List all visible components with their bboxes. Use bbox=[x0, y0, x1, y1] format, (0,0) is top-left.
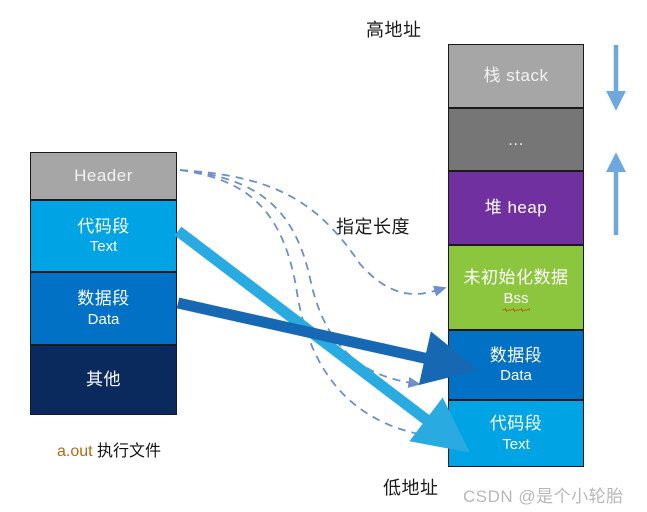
file-block-header: Header bbox=[30, 152, 177, 200]
csdn-watermark: CSDN @是个小轮胎 bbox=[463, 487, 624, 506]
memory-block-text-label-en: Text bbox=[502, 435, 530, 453]
high-address-label: 高地址 bbox=[366, 20, 422, 40]
memory-block-heap: 堆 heap bbox=[448, 171, 584, 245]
file-block-data: 数据段 Data bbox=[30, 272, 177, 345]
memory-block-bss: 未初始化数据 Bss bbox=[448, 245, 584, 330]
solid-arrow-data-mapping bbox=[176, 297, 479, 385]
file-block-data-label-en: Data bbox=[87, 310, 120, 328]
memory-block-data-label-en: Data bbox=[500, 367, 532, 385]
dashed-mapping-arrows bbox=[179, 169, 447, 441]
file-block-text-label-cn: 代码段 bbox=[77, 216, 130, 236]
file-caption-text: 执行文件 bbox=[97, 443, 162, 460]
memory-block-data-label-cn: 数据段 bbox=[489, 345, 543, 365]
memory-block-bss-label-cn: 未初始化数据 bbox=[463, 268, 569, 288]
file-caption: a.out 执行文件 bbox=[57, 437, 161, 461]
file-block-header-label: Header bbox=[74, 166, 133, 186]
dashed-arrow-to-data bbox=[179, 169, 421, 388]
file-block-text: 代码段 Text bbox=[30, 200, 177, 272]
file-block-text-label-en: Text bbox=[89, 238, 118, 256]
memory-block-data: 数据段 Data bbox=[448, 330, 584, 400]
low-address-label: 低地址 bbox=[383, 478, 439, 498]
specified-length-label: 指定长度 bbox=[336, 217, 410, 237]
file-block-data-label-cn: 数据段 bbox=[77, 289, 130, 309]
memory-block-heap-label: 堆 heap bbox=[484, 198, 548, 218]
memory-block-stack: 栈 stack bbox=[448, 44, 584, 108]
dashed-arrow-to-text bbox=[179, 169, 439, 441]
memory-block-text: 代码段 Text bbox=[448, 400, 584, 467]
file-block-other: 其他 bbox=[30, 345, 177, 415]
memory-block-stack-label: 栈 stack bbox=[483, 66, 549, 86]
file-block-other-label: 其他 bbox=[86, 370, 121, 390]
memory-block-gap: ... bbox=[448, 108, 584, 171]
memory-block-bss-label-en: Bss bbox=[502, 289, 530, 313]
memory-block-gap-label: ... bbox=[508, 129, 524, 149]
memory-block-text-label-cn: 代码段 bbox=[489, 414, 543, 434]
file-caption-name: a.out bbox=[57, 443, 93, 460]
diagram-canvas: 高地址 低地址 指定长度 Header 代码段 Text 数据段 Data 其他… bbox=[0, 0, 647, 512]
solid-arrow-text-mapping bbox=[174, 226, 470, 453]
